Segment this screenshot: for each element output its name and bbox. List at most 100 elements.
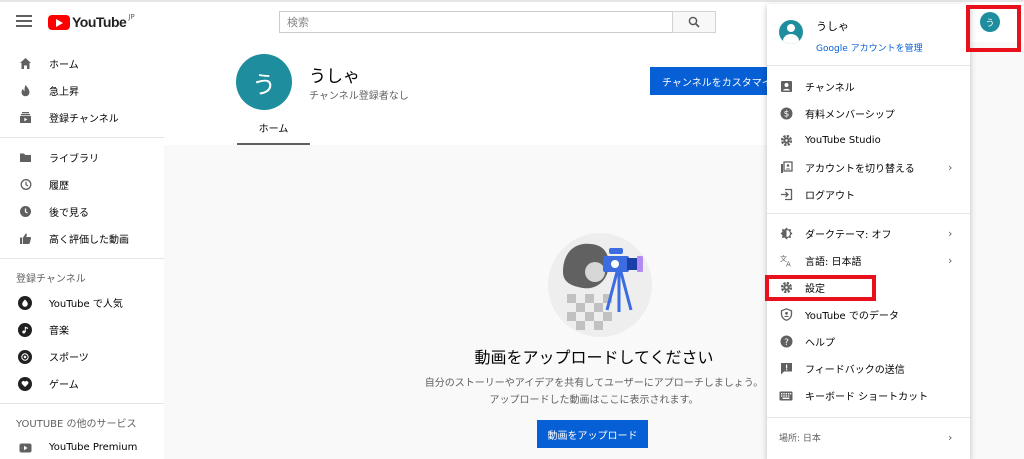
- menu-item-label: YouTube Studio: [805, 135, 881, 146]
- sidebar-item-subscriptions[interactable]: 登録チャンネル: [0, 104, 164, 131]
- tab-home[interactable]: ホーム: [237, 112, 310, 145]
- menu-item-your-data[interactable]: YouTube でのデータ: [767, 301, 970, 328]
- logo-region: JP: [128, 13, 135, 21]
- header-avatar-button[interactable]: う: [980, 12, 1000, 32]
- keyboard-icon: [779, 389, 793, 403]
- sidebar-item-label: 登録チャンネル: [49, 114, 119, 125]
- dark-theme-icon: [779, 227, 793, 241]
- menu-item-label: 有料メンバーシップ: [805, 110, 895, 121]
- sidebar-item-label: 履歴: [49, 181, 69, 192]
- menu-item-paid-memberships[interactable]: $ 有料メンバーシップ: [767, 100, 970, 127]
- home-icon: [18, 57, 32, 71]
- menu-item-location[interactable]: 場所: 日本 ›: [767, 424, 970, 451]
- sidebar-item-sports[interactable]: スポーツ: [0, 343, 164, 370]
- shield-icon: [779, 308, 793, 322]
- search-icon: [688, 16, 700, 28]
- switch-account-icon: [779, 161, 793, 175]
- manage-google-account-link[interactable]: Google アカウントを管理: [816, 41, 923, 54]
- logo-text: YouTube: [72, 14, 127, 30]
- history-icon: [18, 178, 32, 192]
- search-input[interactable]: 検索: [279, 11, 672, 33]
- person-icon: [779, 80, 793, 94]
- clock-icon: [18, 205, 32, 219]
- youtube-logo[interactable]: YouTube JP: [48, 13, 135, 31]
- sidebar-item-library[interactable]: ライブラリ: [0, 144, 164, 171]
- music-icon: [18, 322, 32, 337]
- menu-item-label: 言語: 日本語: [805, 257, 862, 268]
- channel-name: うしゃ: [309, 67, 360, 87]
- account-menu: うしゃ Google アカウントを管理 チャンネル $ 有料メンバーシップ Yo…: [767, 4, 970, 459]
- dollar-icon: $: [779, 107, 793, 121]
- logout-icon: [779, 188, 793, 202]
- sidebar-item-label: スポーツ: [49, 353, 89, 364]
- gaming-icon: [18, 376, 32, 391]
- sidebar-item-home[interactable]: ホーム: [0, 50, 164, 77]
- account-menu-header: うしゃ Google アカウントを管理: [767, 4, 970, 66]
- sidebar-section-subscriptions: 登録チャンネル: [16, 273, 86, 285]
- svg-text:A: A: [786, 261, 791, 268]
- menu-item-label: 場所: 日本: [779, 434, 821, 444]
- menu-item-label: ヘルプ: [805, 338, 835, 349]
- page-right-area: [970, 42, 1024, 459]
- sidebar-divider: [0, 258, 164, 259]
- subscriber-count: チャンネル登録者なし: [309, 91, 409, 102]
- folder-icon: [18, 151, 32, 165]
- menu-item-switch-account[interactable]: アカウントを切り替える ›: [767, 154, 970, 181]
- sidebar-item-watch-later[interactable]: 後で見る: [0, 198, 164, 225]
- menu-item-dark-theme[interactable]: ダークテーマ: オフ ›: [767, 220, 970, 247]
- chevron-right-icon: ›: [948, 254, 953, 267]
- menu-item-language[interactable]: 文A 言語: 日本語 ›: [767, 247, 970, 274]
- flame-icon: [18, 84, 32, 98]
- account-name: うしゃ: [816, 20, 849, 33]
- sports-icon: [18, 349, 32, 364]
- menu-item-label: 設定: [805, 284, 825, 295]
- menu-item-label: ダークテーマ: オフ: [805, 230, 892, 241]
- svg-text:$: $: [783, 110, 789, 120]
- settings-icon: [779, 281, 793, 295]
- menu-item-label: YouTube でのデータ: [805, 311, 899, 322]
- search-button[interactable]: [672, 11, 716, 33]
- menu-item-settings[interactable]: 設定: [767, 274, 970, 301]
- chevron-right-icon: ›: [948, 227, 953, 240]
- sidebar-item-label: YouTube で人気: [49, 299, 123, 310]
- sidebar-item-label: ゲーム: [49, 380, 79, 391]
- sidebar-divider: [0, 403, 164, 404]
- gear-icon: [779, 134, 793, 148]
- sidebar-item-gaming[interactable]: ゲーム: [0, 370, 164, 397]
- customize-channel-button[interactable]: チャンネルをカスタマイズ: [650, 67, 780, 95]
- sidebar-item-music[interactable]: 音楽: [0, 316, 164, 343]
- sidebar-item-label: 音楽: [49, 326, 69, 337]
- chevron-right-icon: ›: [948, 161, 953, 174]
- sidebar-item-label: ホーム: [49, 60, 79, 71]
- upload-video-button[interactable]: 動画をアップロード: [537, 420, 648, 448]
- menu-item-send-feedback[interactable]: フィードバックの送信: [767, 355, 970, 382]
- sidebar-item-label: 高く評価した動画: [49, 235, 129, 246]
- svg-text:?: ?: [784, 338, 789, 348]
- youtube-play-icon: [48, 14, 70, 30]
- youtube-premium-icon: [18, 441, 32, 455]
- sidebar-item-youtube-premium[interactable]: YouTube Premium: [0, 434, 164, 459]
- sidebar-item-trending[interactable]: 急上昇: [0, 77, 164, 104]
- menu-item-keyboard-shortcuts[interactable]: キーボード ショートカット: [767, 382, 970, 409]
- menu-item-youtube-studio[interactable]: YouTube Studio: [767, 127, 970, 154]
- chevron-right-icon: ›: [948, 431, 953, 444]
- menu-item-label: チャンネル: [805, 83, 855, 94]
- translate-icon: 文A: [779, 254, 793, 268]
- menu-item-channel[interactable]: チャンネル: [767, 73, 970, 100]
- sidebar-item-label: YouTube Premium: [49, 442, 138, 453]
- menu-item-label: アカウントを切り替える: [805, 164, 915, 175]
- sidebar-item-popular[interactable]: YouTube で人気: [0, 289, 164, 316]
- menu-item-help[interactable]: ? ヘルプ: [767, 328, 970, 355]
- sidebar-item-liked-videos[interactable]: 高く評価した動画: [0, 225, 164, 252]
- guide-sidebar: ホーム 急上昇 登録チャンネル ライブラリ 履歴 後で見る 高く評価した動画 登…: [0, 42, 164, 459]
- account-avatar: [779, 20, 803, 44]
- menu-divider: [767, 417, 970, 418]
- sidebar-item-label: 急上昇: [49, 87, 79, 98]
- subscriptions-icon: [18, 111, 32, 125]
- sidebar-item-history[interactable]: 履歴: [0, 171, 164, 198]
- thumbs-up-icon: [18, 232, 32, 246]
- hamburger-menu-icon[interactable]: [16, 15, 32, 27]
- popular-icon: [18, 295, 32, 310]
- menu-item-label: ログアウト: [805, 191, 855, 202]
- menu-item-logout[interactable]: ログアウト: [767, 181, 970, 208]
